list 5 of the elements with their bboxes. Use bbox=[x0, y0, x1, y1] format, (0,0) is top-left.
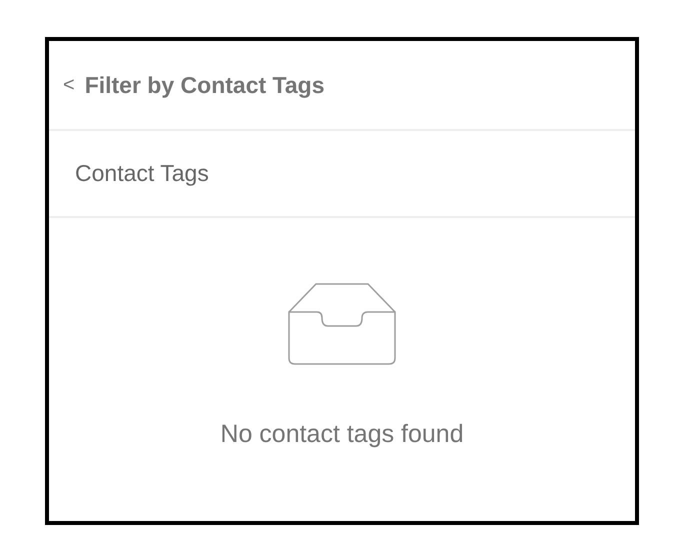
empty-message: No contact tags found bbox=[220, 419, 464, 450]
panel-title: Filter by Contact Tags bbox=[84, 70, 325, 100]
inbox-icon bbox=[288, 282, 396, 366]
back-button[interactable]: < bbox=[63, 70, 75, 100]
section-label: Contact Tags bbox=[75, 159, 209, 188]
